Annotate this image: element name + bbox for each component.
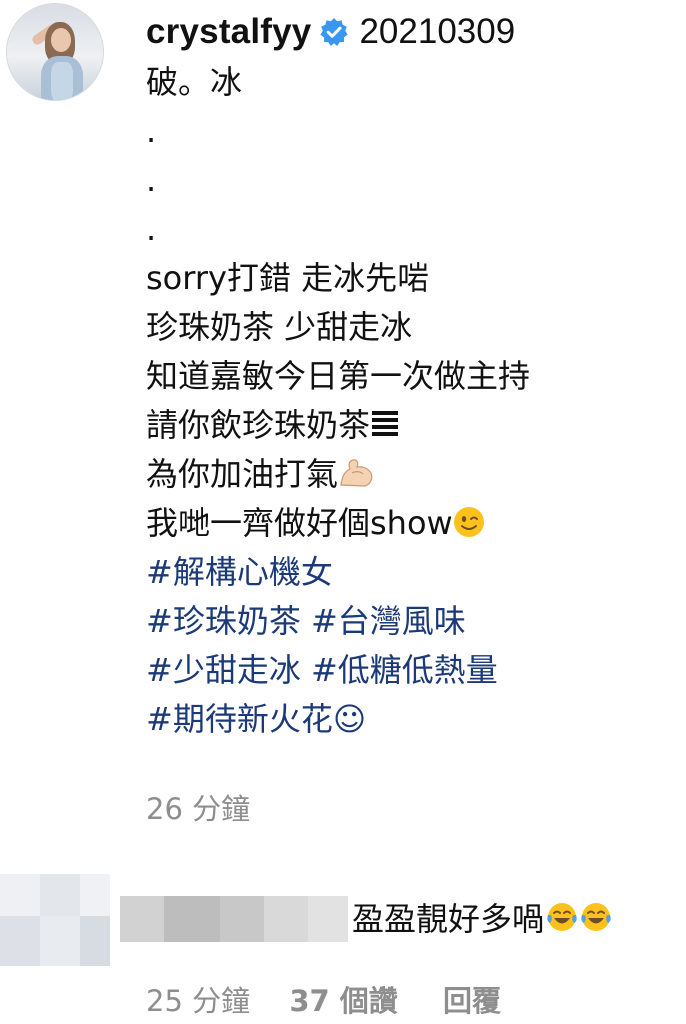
verified-badge-icon xyxy=(319,17,349,47)
caption-line: 珍珠奶茶 少甜走冰 xyxy=(146,308,413,346)
face-with-tears-of-joy-icon xyxy=(580,901,612,933)
profile-avatar[interactable] xyxy=(6,3,104,101)
hashtag-line[interactable]: #少甜走冰 #低糖低熱量 xyxy=(146,646,530,695)
caption-line: . xyxy=(146,112,157,150)
caption-line: sorry打錯 走冰先啱 xyxy=(146,259,430,297)
caption-line: 我哋一齊做好個show xyxy=(146,504,453,542)
caption-line: . xyxy=(146,210,157,248)
caption-line-with-emoji: 我哋一齊做好個show xyxy=(146,499,530,548)
username-link[interactable]: crystalfyy xyxy=(146,12,311,52)
post-date: 20210309 xyxy=(359,12,516,51)
reply-text: 盈盈靚好多喎 xyxy=(352,894,612,940)
caption-line: . xyxy=(146,161,157,199)
hashtag-line[interactable]: #期待新火花☺ xyxy=(146,695,530,744)
caption-line-with-emoji: 為你加油打氣 xyxy=(146,450,530,499)
reply-meta: 25 分鐘 37 個讚 回覆 xyxy=(146,978,501,1020)
post-header: crystalfyy 20210309 xyxy=(146,10,515,54)
post-caption-block: crystalfyy 20210309 破。冰 . . . sorry打錯 走冰… xyxy=(0,0,686,860)
trigram-bars-icon xyxy=(370,409,400,439)
blurred-avatar xyxy=(0,874,110,966)
reply-button[interactable]: 回覆 xyxy=(443,984,501,1018)
face-with-tears-of-joy-icon xyxy=(546,901,578,933)
caption-line: 為你加油打氣 xyxy=(146,455,339,493)
caption-line: 知道嘉敏今日第一次做主持 xyxy=(146,357,531,395)
hashtag-line[interactable]: #珍珠奶茶 #台灣風味 xyxy=(146,597,530,646)
caption-line: 破。冰 xyxy=(146,63,243,101)
reply-timestamp: 25 分鐘 xyxy=(146,984,251,1018)
caption-line: 請你飲珍珠奶茶 xyxy=(146,406,371,444)
blurred-username xyxy=(120,896,348,942)
hashtag-line[interactable]: #解構心機女 xyxy=(146,548,530,597)
reply-body: 盈盈靚好多喎 xyxy=(352,900,545,938)
flexed-biceps-icon xyxy=(338,457,374,489)
winking-face-icon xyxy=(453,506,485,538)
reply-likes-count[interactable]: 37 個讚 xyxy=(289,984,397,1018)
caption-text: 破。冰 . . . sorry打錯 走冰先啱 珍珠奶茶 少甜走冰 知道嘉敏今日第… xyxy=(146,58,530,744)
post-timestamp: 26 分鐘 xyxy=(146,792,251,826)
caption-line-with-emoji: 請你飲珍珠奶茶 xyxy=(146,401,530,450)
reply-comment: 盈盈靚好多喎 25 分鐘 37 個讚 回覆 xyxy=(0,860,686,1024)
